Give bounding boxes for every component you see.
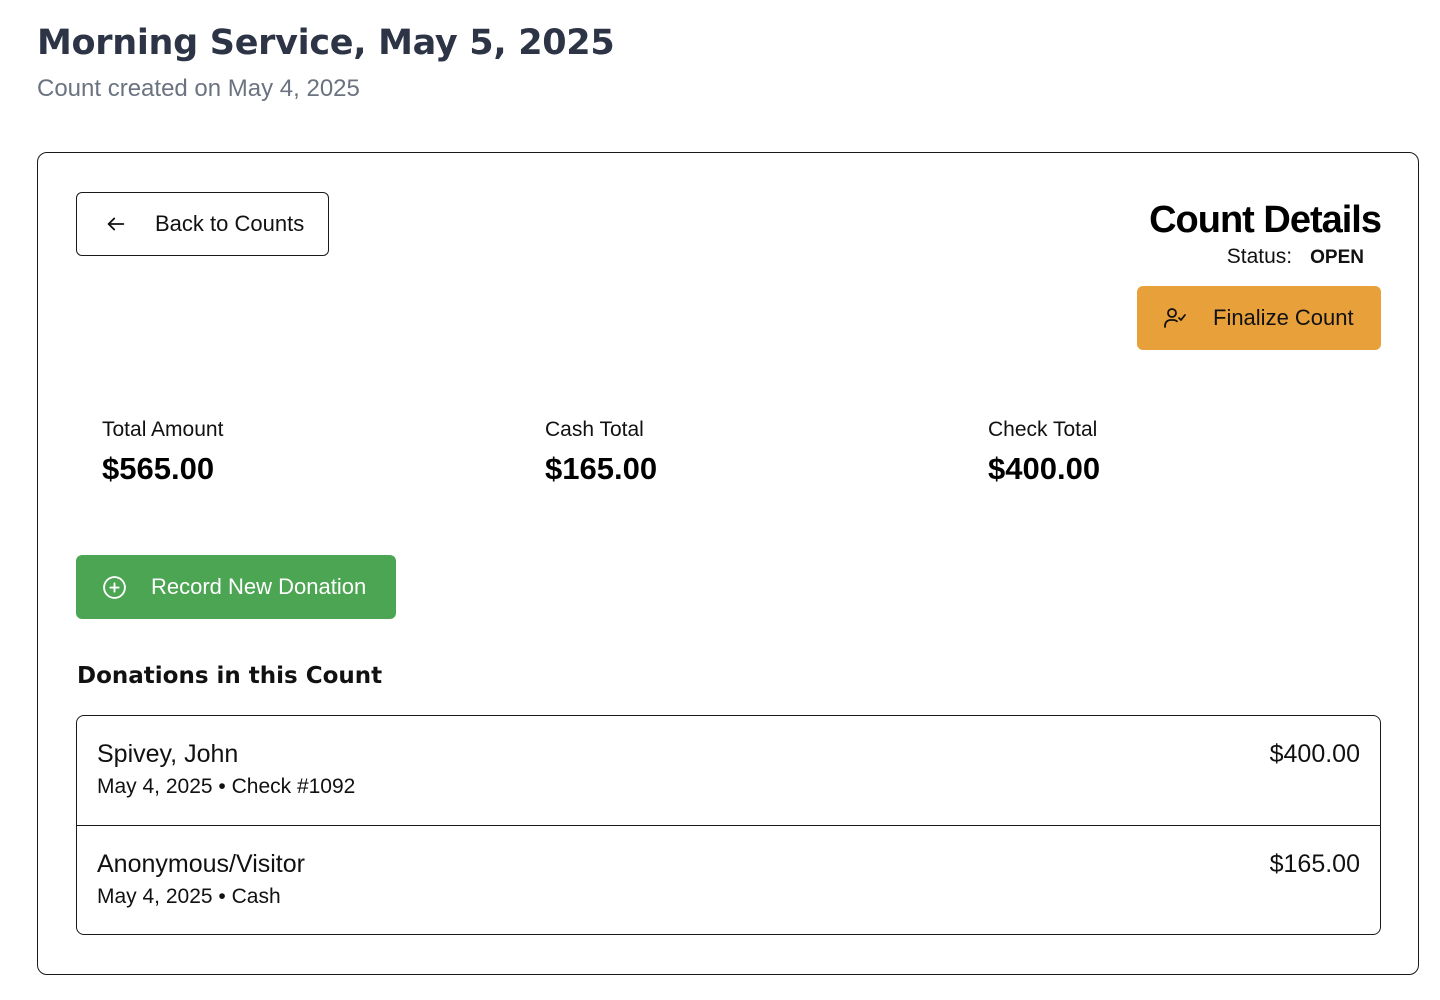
status-badge: OPEN [1310, 247, 1364, 268]
back-to-counts-label: Back to Counts [155, 211, 305, 236]
stat-total-amount: Total Amount $565.00 [102, 417, 223, 487]
stat-value: $565.00 [102, 451, 215, 486]
donation-amount: $400.00 [1269, 740, 1360, 768]
finalize-count-label: Finalize Count [1213, 305, 1354, 330]
back-to-counts-button[interactable]: Back to Counts [76, 192, 329, 256]
stat-label: Cash Total [545, 418, 644, 441]
stat-value: $165.00 [545, 451, 658, 486]
finalize-count-button[interactable]: Finalize Count [1137, 286, 1381, 350]
list-item[interactable]: Anonymous/Visitor May 4, 2025 • Cash $16… [77, 825, 1380, 934]
donation-meta: May 4, 2025 • Check #1092 [97, 775, 356, 798]
stat-cash-total: Cash Total $165.00 [545, 417, 657, 487]
count-details-card: Back to Counts Count Details Status: OPEN… [37, 152, 1419, 975]
status-row: Status: OPEN [1149, 243, 1381, 272]
plus-circle-icon [102, 575, 127, 600]
donation-list: Spivey, John May 4, 2025 • Check #1092 $… [76, 715, 1381, 935]
count-details-heading: Count Details Status: OPEN [1149, 197, 1382, 272]
arrow-left-icon [105, 213, 127, 235]
donations-section-title: Donations in this Count [77, 663, 383, 689]
stat-check-total: Check Total $400.00 [988, 417, 1100, 487]
page-subtitle: Count created on May 4, 2025 [37, 75, 360, 102]
page-header: Morning Service, May 5, 2025 Count creat… [37, 22, 615, 104]
donor-name: Anonymous/Visitor [97, 850, 305, 878]
user-check-icon [1163, 306, 1187, 330]
donation-amount: $165.00 [1269, 850, 1360, 878]
stat-value: $400.00 [988, 451, 1101, 486]
list-item[interactable]: Spivey, John May 4, 2025 • Check #1092 $… [77, 716, 1380, 825]
status-label: Status: [1226, 245, 1293, 268]
page-title: Morning Service, May 5, 2025 [37, 23, 615, 63]
stat-label: Total Amount [102, 418, 224, 441]
record-new-donation-button[interactable]: Record New Donation [76, 555, 396, 619]
stat-label: Check Total [988, 418, 1098, 441]
record-new-donation-label: Record New Donation [151, 574, 367, 599]
donor-name: Spivey, John [97, 740, 239, 768]
count-details-title: Count Details [1149, 199, 1382, 241]
donation-meta: May 4, 2025 • Cash [97, 885, 281, 908]
